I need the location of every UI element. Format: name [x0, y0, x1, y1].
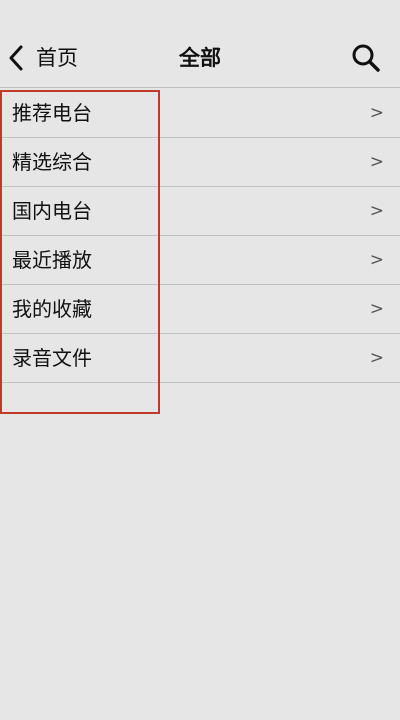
item-label: 推荐电台: [12, 101, 92, 125]
item-label: 精选综合: [12, 150, 92, 174]
item-label: 录音文件: [12, 346, 92, 370]
list-item-featured[interactable]: 精选综合 >: [0, 138, 400, 187]
chevron-right-icon: >: [369, 299, 384, 319]
page-title: 全部: [179, 46, 221, 70]
category-list: 推荐电台 > 精选综合 > 国内电台 > 最近播放 > 我的收藏 > 录音文件 …: [0, 89, 400, 413]
search-icon: [350, 44, 382, 78]
list-footer: [0, 383, 400, 413]
header-bar: 首页 全部: [0, 0, 400, 88]
chevron-right-icon: >: [369, 103, 384, 123]
screen: 首页 全部 推荐电台 > 精选综合 > 国内电台 > 最近播放 > 我的收藏 >…: [0, 0, 400, 720]
chevron-right-icon: >: [369, 152, 384, 172]
list-item-favorites[interactable]: 我的收藏 >: [0, 285, 400, 334]
item-label: 国内电台: [12, 199, 92, 223]
search-button[interactable]: [350, 42, 382, 74]
chevron-right-icon: >: [369, 250, 384, 270]
item-label: 最近播放: [12, 248, 92, 272]
chevron-right-icon: >: [369, 201, 384, 221]
list-item-recommended[interactable]: 推荐电台 >: [0, 89, 400, 138]
list-item-recent[interactable]: 最近播放 >: [0, 236, 400, 285]
chevron-right-icon: >: [369, 348, 384, 368]
list-item-recordings[interactable]: 录音文件 >: [0, 334, 400, 383]
item-label: 我的收藏: [12, 297, 92, 321]
list-item-domestic[interactable]: 国内电台 >: [0, 187, 400, 236]
